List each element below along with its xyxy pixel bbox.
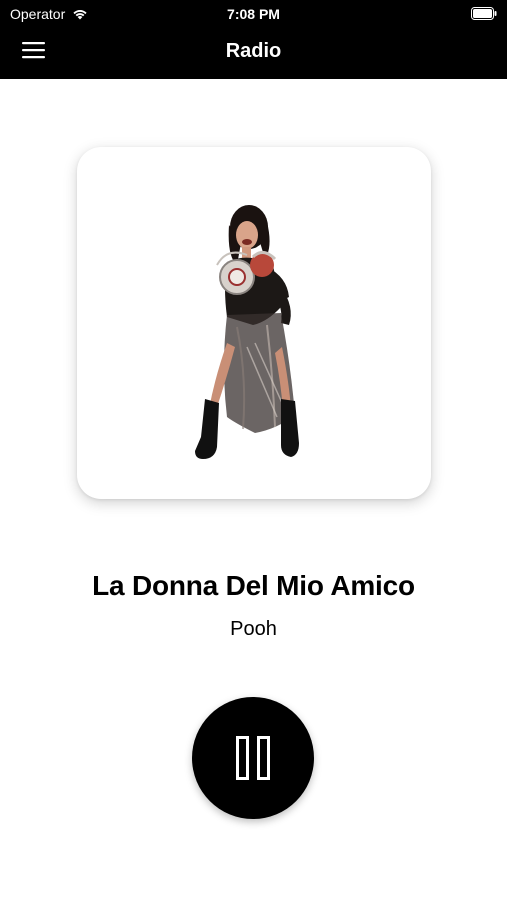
track-title: La Donna Del Mio Amico [92, 570, 415, 601]
pause-icon [236, 736, 270, 780]
navigation-bar: Radio [0, 28, 507, 79]
radio-screen: Operator 7:08 PM Radio La Donna Del Mio … [0, 0, 507, 900]
status-time: 7:08 PM [227, 6, 280, 22]
track-artist: Pooh [230, 618, 277, 640]
page-title: Radio [225, 40, 282, 62]
battery-icon [471, 7, 497, 20]
play-pause-button[interactable] [192, 697, 314, 819]
top-bar: Operator 7:08 PM Radio [0, 0, 507, 79]
album-artwork [77, 147, 431, 499]
status-bar: Operator 7:08 PM [0, 0, 507, 28]
album-artwork-image [195, 205, 299, 459]
